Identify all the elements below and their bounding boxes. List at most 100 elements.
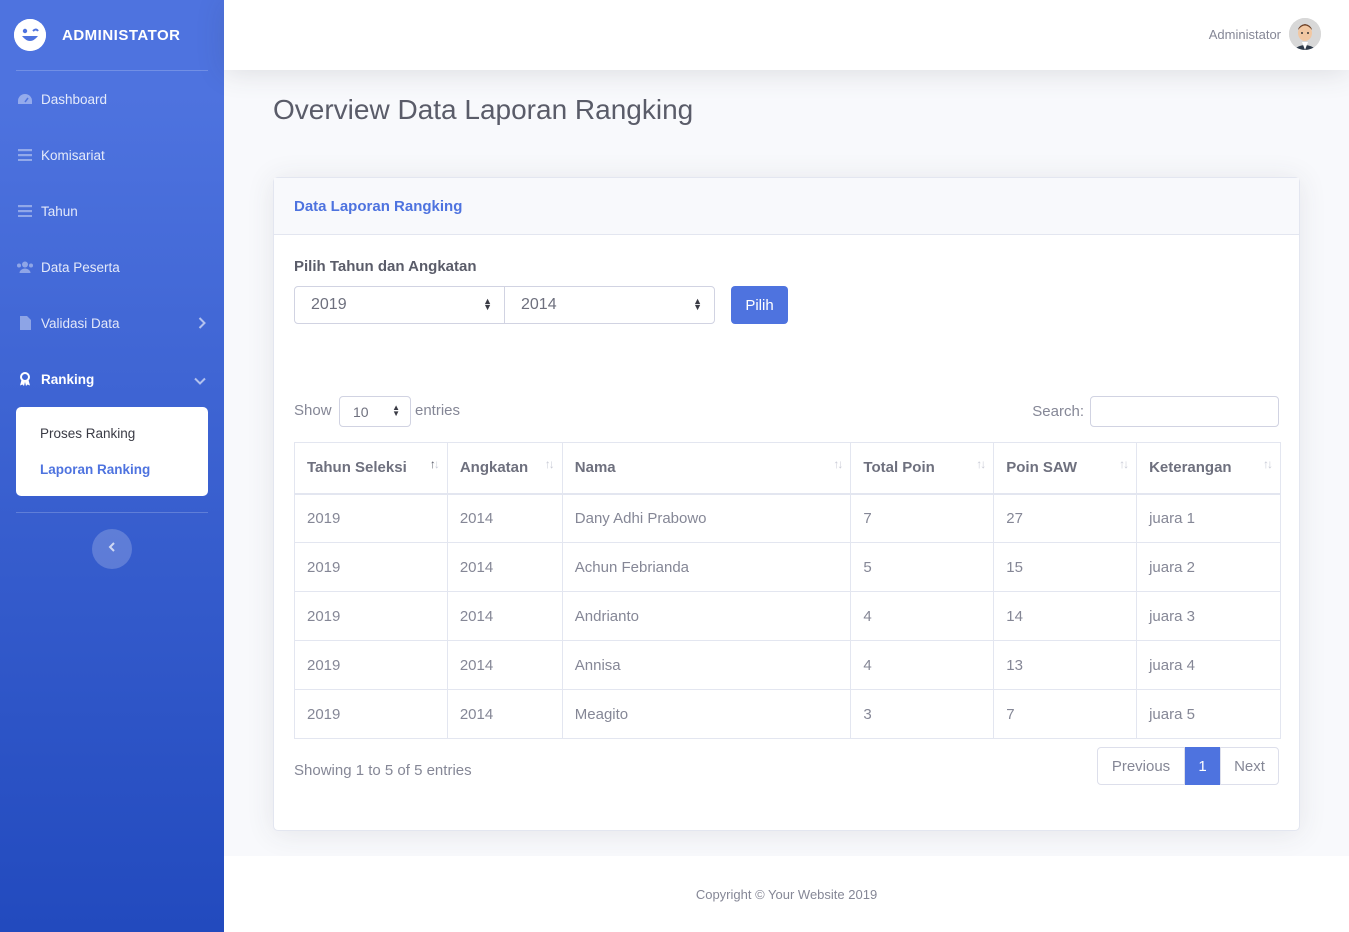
previous-page-button[interactable]: Previous [1097, 747, 1185, 785]
table-cell: juara 5 [1136, 689, 1281, 739]
search-label: Search: [1032, 403, 1084, 420]
table-cell: 2019 [294, 542, 448, 592]
year-select-value: 2019 [311, 296, 347, 313]
sidebar-item-label: Ranking [41, 371, 95, 387]
sidebar-item-label: Komisariat [41, 147, 105, 163]
sort-icon: ↑↓ [544, 457, 555, 471]
ranking-submenu: Proses Ranking Laporan Ranking [16, 407, 208, 496]
entries-length-select[interactable]: 10 ▲ ▼ [339, 396, 411, 427]
sort-arrows-icon: ▲ ▼ [483, 296, 492, 312]
angkatan-select[interactable]: 2014 ▲ ▼ [504, 286, 715, 324]
sidebar-item-validasi-data[interactable]: Validasi Data [0, 295, 224, 351]
users-icon [16, 260, 34, 274]
table-cell: 2014 [446, 493, 563, 543]
table-cell: Meagito [561, 689, 852, 739]
table-info: Showing 1 to 5 of 5 entries [294, 762, 472, 779]
page-1-button[interactable]: 1 [1185, 747, 1220, 785]
table-cell: juara 3 [1136, 591, 1281, 641]
search-input[interactable] [1090, 396, 1279, 427]
show-label: Show [294, 402, 332, 419]
sort-icon: ↑↓ [429, 457, 440, 471]
pagination: Previous 1 Next [1097, 747, 1279, 785]
sidebar-toggle-button[interactable] [92, 529, 132, 569]
sidebar-item-dashboard[interactable]: Dashboard [0, 71, 224, 127]
sort-icon: ↑↓ [1119, 457, 1129, 471]
submenu-item-laporan-ranking[interactable]: Laporan Ranking [16, 461, 208, 497]
table-cell: 2014 [446, 640, 563, 690]
table-cell: 27 [993, 493, 1138, 543]
column-header[interactable]: Total Poin ↑↓ [850, 442, 995, 495]
table-cell: 2019 [294, 640, 448, 690]
chevron-right-icon [198, 317, 206, 332]
column-header[interactable]: Tahun Seleksi ↑↓ [294, 442, 448, 495]
column-header[interactable]: Nama ↑↓ [561, 442, 852, 495]
table-cell: 3 [850, 689, 995, 739]
list-icon [16, 148, 34, 162]
sidebar-divider [16, 512, 208, 513]
ranking-table: Tahun Seleksi ↑↓ Angkatan ↑↓ Nama ↑↓ Total … [294, 442, 1281, 739]
sidebar-item-komisariat[interactable]: Komisariat [0, 127, 224, 183]
table-cell: 5 [850, 542, 995, 592]
year-select[interactable]: 2019 ▲ ▼ [294, 286, 505, 324]
column-header[interactable]: Poin SAW ↑↓ [993, 442, 1138, 495]
topbar: Administator [224, 0, 1349, 70]
table-cell: 7 [850, 493, 995, 543]
file-icon [16, 316, 34, 330]
sidebar-item-label: Dashboard [41, 91, 108, 107]
table-cell: 2014 [446, 542, 563, 592]
sidebar-brand[interactable]: ADMINISTATOR [0, 0, 224, 70]
table-cell: 7 [993, 689, 1138, 739]
table-cell: 4 [850, 640, 995, 690]
submenu-item-proses-ranking[interactable]: Proses Ranking [16, 425, 208, 461]
table-cell: 13 [993, 640, 1138, 690]
table-row: 2019 2014 Dany Adhi Prabowo 7 27 juara 1 [294, 493, 1281, 543]
entries-length-value: 10 [353, 403, 369, 420]
brand-title: ADMINISTATOR [62, 26, 181, 44]
tachometer-icon [16, 92, 34, 106]
report-card: Data Laporan Rangking Pilih Tahun dan An… [273, 177, 1300, 831]
table-cell: 2014 [446, 689, 563, 739]
entries-label: entries [415, 402, 461, 419]
page-title: Overview Data Laporan Rangking [273, 94, 694, 125]
chevron-left-icon [108, 540, 116, 558]
table-cell: 2014 [446, 591, 563, 641]
sidebar-item-label: Tahun [41, 203, 78, 219]
table-cell: Achun Febrianda [561, 542, 852, 592]
table-cell: Annisa [561, 640, 852, 690]
sidebar-item-label: Validasi Data [41, 315, 120, 331]
column-header[interactable]: Keterangan ↑↓ [1136, 442, 1281, 495]
next-page-button[interactable]: Next [1220, 747, 1279, 785]
chevron-down-icon [194, 373, 206, 388]
angkatan-select-value: 2014 [521, 296, 557, 313]
table-cell: juara 1 [1136, 493, 1281, 543]
sort-icon: ↑↓ [833, 457, 843, 471]
table-cell: juara 4 [1136, 640, 1281, 690]
table-row: 2019 2014 Achun Febrianda 5 15 juara 2 [294, 542, 1281, 592]
laugh-wink-icon [14, 19, 46, 51]
table-row: 2019 2014 Andrianto 4 14 juara 3 [294, 591, 1281, 641]
award-icon [16, 372, 34, 386]
footer: Copyright © Your Website 2019 [224, 856, 1349, 932]
sidebar-item-data-peserta[interactable]: Data Peserta [0, 239, 224, 295]
pilih-button[interactable]: Pilih [731, 286, 788, 324]
card-header: Data Laporan Rangking [274, 178, 1299, 235]
sort-arrows-icon: ▲ ▼ [392, 403, 400, 418]
table-cell: juara 2 [1136, 542, 1281, 592]
user-name[interactable]: Administator [1209, 27, 1281, 42]
list-icon [16, 204, 34, 218]
table-cell: Dany Adhi Prabowo [561, 493, 852, 543]
column-header[interactable]: Angkatan ↑↓ [446, 442, 563, 495]
sort-icon: ↑↓ [976, 457, 986, 471]
sidebar-item-label: Data Peserta [41, 259, 120, 275]
avatar[interactable] [1289, 18, 1321, 50]
table-row: 2019 2014 Meagito 3 7 juara 5 [294, 689, 1281, 739]
sidebar-item-tahun[interactable]: Tahun [0, 183, 224, 239]
sort-arrows-icon: ▲ ▼ [693, 296, 702, 312]
table-cell: 2019 [294, 689, 448, 739]
copyright-text: Copyright © Your Website 2019 [695, 886, 878, 902]
table-cell: 4 [850, 591, 995, 641]
sidebar-item-ranking[interactable]: Ranking [0, 351, 224, 407]
table-cell: 2019 [294, 591, 448, 641]
table-header-row: Tahun Seleksi ↑↓ Angkatan ↑↓ Nama ↑↓ Total … [294, 442, 1281, 495]
table-cell: 15 [993, 542, 1138, 592]
